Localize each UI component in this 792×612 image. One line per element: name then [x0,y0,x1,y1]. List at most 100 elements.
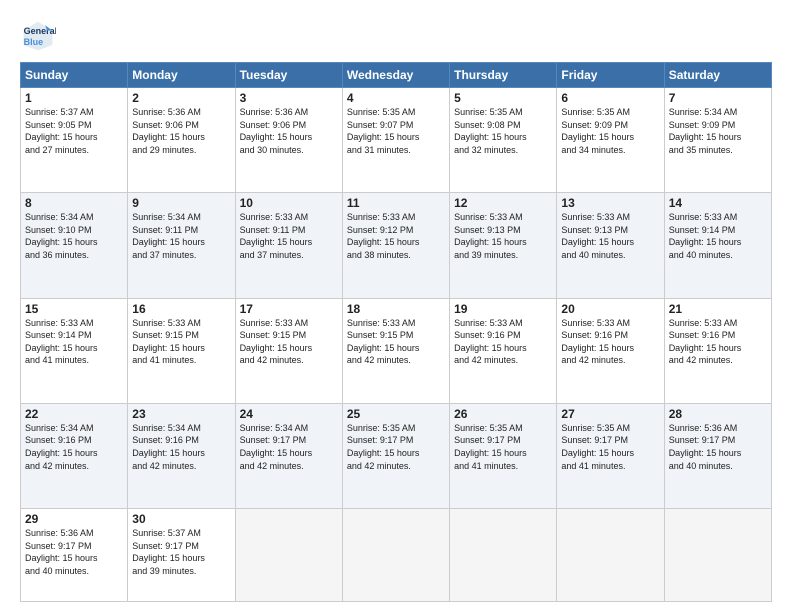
day-info: Sunrise: 5:36 AM Sunset: 9:17 PM Dayligh… [669,422,767,472]
day-number: 10 [240,196,338,210]
day-number: 12 [454,196,552,210]
day-info: Sunrise: 5:34 AM Sunset: 9:16 PM Dayligh… [25,422,123,472]
weekday-header-wednesday: Wednesday [342,63,449,88]
calendar-cell [450,509,557,602]
calendar-cell: 18Sunrise: 5:33 AM Sunset: 9:15 PM Dayli… [342,298,449,403]
day-number: 25 [347,407,445,421]
day-number: 5 [454,91,552,105]
calendar-cell: 19Sunrise: 5:33 AM Sunset: 9:16 PM Dayli… [450,298,557,403]
calendar-cell: 20Sunrise: 5:33 AM Sunset: 9:16 PM Dayli… [557,298,664,403]
day-number: 26 [454,407,552,421]
calendar-cell: 15Sunrise: 5:33 AM Sunset: 9:14 PM Dayli… [21,298,128,403]
day-info: Sunrise: 5:33 AM Sunset: 9:11 PM Dayligh… [240,211,338,261]
day-info: Sunrise: 5:37 AM Sunset: 9:17 PM Dayligh… [132,527,230,577]
day-info: Sunrise: 5:33 AM Sunset: 9:15 PM Dayligh… [240,317,338,367]
day-number: 11 [347,196,445,210]
day-number: 16 [132,302,230,316]
day-info: Sunrise: 5:36 AM Sunset: 9:06 PM Dayligh… [132,106,230,156]
day-info: Sunrise: 5:33 AM Sunset: 9:12 PM Dayligh… [347,211,445,261]
weekday-header-tuesday: Tuesday [235,63,342,88]
calendar-cell: 21Sunrise: 5:33 AM Sunset: 9:16 PM Dayli… [664,298,771,403]
svg-text:General: General [24,26,56,36]
calendar-cell: 13Sunrise: 5:33 AM Sunset: 9:13 PM Dayli… [557,193,664,298]
calendar-cell: 8Sunrise: 5:34 AM Sunset: 9:10 PM Daylig… [21,193,128,298]
calendar-cell: 23Sunrise: 5:34 AM Sunset: 9:16 PM Dayli… [128,403,235,508]
day-number: 13 [561,196,659,210]
day-info: Sunrise: 5:33 AM Sunset: 9:14 PM Dayligh… [669,211,767,261]
day-info: Sunrise: 5:33 AM Sunset: 9:13 PM Dayligh… [454,211,552,261]
calendar-cell: 25Sunrise: 5:35 AM Sunset: 9:17 PM Dayli… [342,403,449,508]
day-number: 1 [25,91,123,105]
calendar-week-row: 22Sunrise: 5:34 AM Sunset: 9:16 PM Dayli… [21,403,772,508]
weekday-header-friday: Friday [557,63,664,88]
day-info: Sunrise: 5:33 AM Sunset: 9:16 PM Dayligh… [454,317,552,367]
day-info: Sunrise: 5:34 AM Sunset: 9:16 PM Dayligh… [132,422,230,472]
calendar-cell: 14Sunrise: 5:33 AM Sunset: 9:14 PM Dayli… [664,193,771,298]
calendar-table: SundayMondayTuesdayWednesdayThursdayFrid… [20,62,772,602]
day-info: Sunrise: 5:35 AM Sunset: 9:08 PM Dayligh… [454,106,552,156]
calendar-cell: 1Sunrise: 5:37 AM Sunset: 9:05 PM Daylig… [21,88,128,193]
calendar-cell: 3Sunrise: 5:36 AM Sunset: 9:06 PM Daylig… [235,88,342,193]
day-info: Sunrise: 5:36 AM Sunset: 9:06 PM Dayligh… [240,106,338,156]
day-number: 2 [132,91,230,105]
calendar-cell: 6Sunrise: 5:35 AM Sunset: 9:09 PM Daylig… [557,88,664,193]
day-number: 4 [347,91,445,105]
calendar-cell: 12Sunrise: 5:33 AM Sunset: 9:13 PM Dayli… [450,193,557,298]
logo-icon: General Blue [20,18,56,54]
day-info: Sunrise: 5:35 AM Sunset: 9:09 PM Dayligh… [561,106,659,156]
weekday-header-thursday: Thursday [450,63,557,88]
day-number: 28 [669,407,767,421]
day-info: Sunrise: 5:33 AM Sunset: 9:13 PM Dayligh… [561,211,659,261]
calendar-cell [557,509,664,602]
day-info: Sunrise: 5:35 AM Sunset: 9:17 PM Dayligh… [561,422,659,472]
day-number: 17 [240,302,338,316]
day-number: 18 [347,302,445,316]
calendar-cell: 11Sunrise: 5:33 AM Sunset: 9:12 PM Dayli… [342,193,449,298]
day-info: Sunrise: 5:34 AM Sunset: 9:09 PM Dayligh… [669,106,767,156]
day-number: 14 [669,196,767,210]
calendar-cell [342,509,449,602]
calendar-cell: 22Sunrise: 5:34 AM Sunset: 9:16 PM Dayli… [21,403,128,508]
day-number: 27 [561,407,659,421]
day-info: Sunrise: 5:34 AM Sunset: 9:10 PM Dayligh… [25,211,123,261]
day-info: Sunrise: 5:33 AM Sunset: 9:16 PM Dayligh… [669,317,767,367]
weekday-header-sunday: Sunday [21,63,128,88]
calendar-cell: 4Sunrise: 5:35 AM Sunset: 9:07 PM Daylig… [342,88,449,193]
calendar-cell: 2Sunrise: 5:36 AM Sunset: 9:06 PM Daylig… [128,88,235,193]
calendar-cell: 26Sunrise: 5:35 AM Sunset: 9:17 PM Dayli… [450,403,557,508]
day-info: Sunrise: 5:34 AM Sunset: 9:17 PM Dayligh… [240,422,338,472]
day-info: Sunrise: 5:35 AM Sunset: 9:17 PM Dayligh… [347,422,445,472]
day-number: 19 [454,302,552,316]
header: General Blue [20,18,772,54]
day-number: 29 [25,512,123,526]
day-number: 15 [25,302,123,316]
day-number: 22 [25,407,123,421]
day-info: Sunrise: 5:35 AM Sunset: 9:07 PM Dayligh… [347,106,445,156]
day-info: Sunrise: 5:34 AM Sunset: 9:11 PM Dayligh… [132,211,230,261]
day-number: 6 [561,91,659,105]
day-number: 8 [25,196,123,210]
calendar-cell: 17Sunrise: 5:33 AM Sunset: 9:15 PM Dayli… [235,298,342,403]
calendar-week-row: 8Sunrise: 5:34 AM Sunset: 9:10 PM Daylig… [21,193,772,298]
svg-text:Blue: Blue [24,37,44,47]
day-number: 30 [132,512,230,526]
day-number: 3 [240,91,338,105]
day-number: 23 [132,407,230,421]
calendar-week-row: 15Sunrise: 5:33 AM Sunset: 9:14 PM Dayli… [21,298,772,403]
day-info: Sunrise: 5:33 AM Sunset: 9:16 PM Dayligh… [561,317,659,367]
calendar-cell: 27Sunrise: 5:35 AM Sunset: 9:17 PM Dayli… [557,403,664,508]
calendar-cell: 29Sunrise: 5:36 AM Sunset: 9:17 PM Dayli… [21,509,128,602]
calendar-cell: 7Sunrise: 5:34 AM Sunset: 9:09 PM Daylig… [664,88,771,193]
weekday-header-monday: Monday [128,63,235,88]
calendar-cell: 30Sunrise: 5:37 AM Sunset: 9:17 PM Dayli… [128,509,235,602]
day-number: 7 [669,91,767,105]
logo: General Blue [20,18,60,54]
day-number: 24 [240,407,338,421]
weekday-header-saturday: Saturday [664,63,771,88]
day-number: 20 [561,302,659,316]
calendar-header-row: SundayMondayTuesdayWednesdayThursdayFrid… [21,63,772,88]
calendar-cell: 16Sunrise: 5:33 AM Sunset: 9:15 PM Dayli… [128,298,235,403]
day-info: Sunrise: 5:35 AM Sunset: 9:17 PM Dayligh… [454,422,552,472]
calendar-cell: 10Sunrise: 5:33 AM Sunset: 9:11 PM Dayli… [235,193,342,298]
page: General Blue SundayMondayTuesdayWednesda… [0,0,792,612]
